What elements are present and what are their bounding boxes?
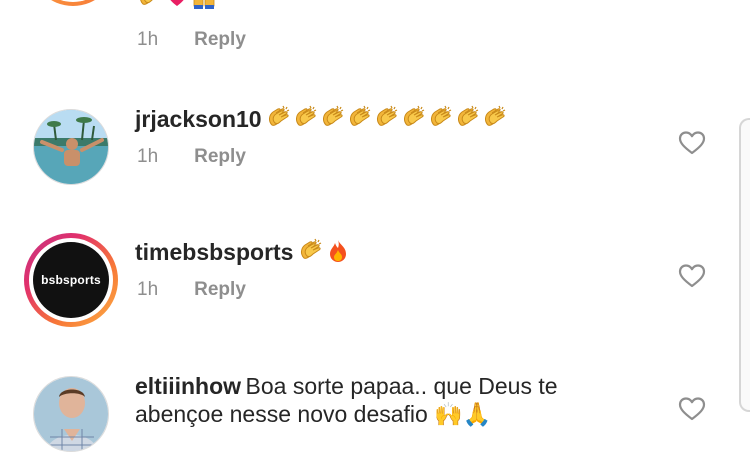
- clap-emoji-icon: [137, 0, 163, 10]
- heart-emoji-icon: [164, 0, 190, 10]
- clap-emoji-icon: [298, 238, 324, 264]
- clap-emoji-icon: [293, 105, 319, 131]
- comment-emoji-row: [266, 114, 509, 131]
- clap-emoji-icon: [401, 105, 427, 131]
- comment-time: 1h: [137, 29, 159, 50]
- clap-emoji-icon: [374, 105, 400, 131]
- clap-emoji-icon: [320, 105, 346, 131]
- clap-emoji-icon: [455, 105, 481, 131]
- comment-body: eltiiinhow Boa sorte papaa.. que Deus te: [135, 373, 558, 400]
- heart-outline-icon[interactable]: [678, 396, 706, 422]
- heart-outline-icon[interactable]: [678, 130, 706, 156]
- avatar-logo: bsbsports: [41, 273, 101, 287]
- raised-hands-emoji-icon: [191, 0, 217, 10]
- comment-body-line2: abençoe nesse novo desafio 🙌🙏: [135, 401, 492, 428]
- comment-jrjackson10: jrjackson10 1h Reply: [0, 105, 750, 195]
- reply-button[interactable]: Reply: [194, 29, 246, 50]
- comment-time: 1h: [137, 146, 159, 167]
- comment-meta: 1h Reply: [137, 29, 246, 51]
- comment-meta: 1h Reply: [137, 146, 246, 168]
- username[interactable]: eltiiinhow: [135, 373, 241, 399]
- fire-emoji-icon: [325, 238, 351, 264]
- comment-meta: 1h Reply: [137, 279, 246, 301]
- side-scroll-handle[interactable]: [739, 118, 750, 412]
- username[interactable]: jrjackson10: [135, 106, 262, 132]
- comment-text-line2: abençoe nesse novo desafio 🙌🙏: [135, 401, 492, 427]
- clap-emoji-icon: [428, 105, 454, 131]
- clap-emoji-icon: [266, 105, 292, 131]
- comment-previous: 1h Reply: [0, 0, 750, 70]
- comment-body: timebsbsports: [135, 238, 352, 266]
- comment-text-line1: Boa sorte papaa.. que Deus te: [245, 373, 558, 399]
- avatar-timebsbsports[interactable]: bsbsports: [24, 233, 118, 327]
- avatar-previous[interactable]: [30, 0, 116, 6]
- reply-button[interactable]: Reply: [194, 279, 246, 300]
- avatar-jrjackson10[interactable]: [33, 109, 109, 185]
- comment-emoji-row: [137, 0, 218, 11]
- clap-emoji-icon: [482, 105, 508, 131]
- clap-emoji-icon: [347, 105, 373, 131]
- comment-body: jrjackson10: [135, 105, 509, 133]
- comment-time: 1h: [137, 279, 159, 300]
- username[interactable]: timebsbsports: [135, 239, 293, 265]
- heart-outline-icon[interactable]: [678, 263, 706, 289]
- comment-timebsbsports: bsbsports timebsbsports 1h Reply: [0, 233, 750, 333]
- avatar-eltiiinhow[interactable]: [33, 376, 109, 452]
- comment-emoji-row: [298, 247, 352, 264]
- comment-eltiiinhow: eltiiinhow Boa sorte papaa.. que Deus te…: [0, 370, 750, 452]
- reply-button[interactable]: Reply: [194, 146, 246, 167]
